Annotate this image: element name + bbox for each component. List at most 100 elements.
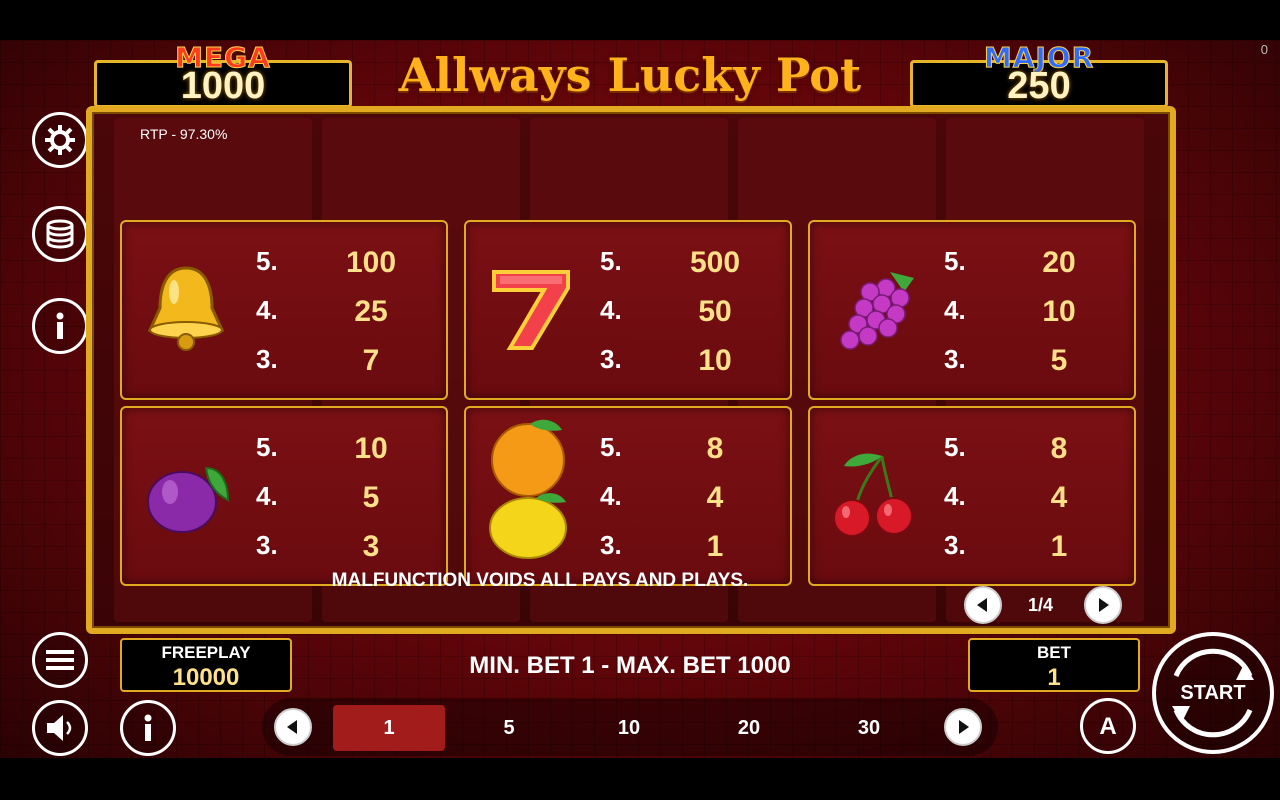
malfunction-notice: MALFUNCTION VOIDS ALL PAYS AND PLAYS. [331, 570, 749, 591]
sound-button[interactable] [32, 700, 88, 756]
pay-value: 4 [1050, 481, 1068, 514]
pay-count: 3. [944, 530, 966, 560]
pay-value: 20 [1042, 246, 1076, 279]
bet-option[interactable]: 10 [573, 705, 685, 751]
previous-page-button[interactable] [964, 586, 1002, 624]
grapes-icon [840, 272, 914, 350]
gear-icon [45, 125, 75, 155]
pay-count: 4. [600, 481, 622, 511]
pay-row: 3. 10 [600, 344, 780, 377]
freeplay-box: FREEPLAY 10000 [120, 638, 292, 692]
pay-value: 7 [362, 344, 380, 377]
pay-count: 4. [256, 295, 278, 325]
major-jackpot-value: 250 [1007, 65, 1071, 107]
start-button[interactable]: START [1152, 632, 1274, 754]
next-page-button[interactable] [1084, 586, 1122, 624]
pay-count: 3. [600, 344, 622, 374]
chevron-right-icon [1099, 598, 1109, 612]
settings-button[interactable] [32, 112, 88, 168]
rtp-label: RTP - 97.30% [140, 126, 228, 142]
pay-row: 5. 10 [256, 432, 436, 465]
plum-icon [147, 466, 230, 533]
game-title: Allways Lucky Pot [398, 48, 862, 102]
start-label: START [1180, 682, 1246, 704]
pay-count: 5. [600, 432, 622, 462]
paytable-info-button[interactable] [32, 298, 88, 354]
autoplay-button[interactable]: A [1080, 698, 1136, 754]
pay-count: 5. [944, 246, 966, 276]
chevron-left-icon [977, 598, 987, 612]
freeplay-value: 10000 [172, 664, 240, 691]
pay-value: 100 [345, 246, 397, 279]
bet-option[interactable]: 20 [693, 705, 805, 751]
bet-box: BET 1 [968, 638, 1140, 692]
pay-value: 5 [1050, 344, 1068, 377]
pay-row: 4. 5 [256, 481, 436, 514]
pay-row: 4. 50 [600, 295, 780, 328]
pay-value: 3 [362, 530, 380, 563]
pay-value: 8 [706, 432, 724, 465]
pay-row: 5. 8 [600, 432, 780, 465]
pay-value: 1 [1050, 530, 1068, 563]
pay-value: 50 [698, 295, 732, 328]
pay-value: 10 [354, 432, 388, 465]
pay-count: 3. [944, 344, 966, 374]
bet-option[interactable]: 1 [333, 705, 445, 751]
game-stage: MEGA 1000 Allways Lucky Pot MAJOR 250 RT… [0, 40, 1280, 758]
chevron-right-icon [959, 720, 969, 734]
pay-row: 4. 10 [944, 295, 1124, 328]
game-info-button[interactable] [120, 700, 176, 756]
pay-count: 3. [256, 344, 278, 374]
pay-row: 3. 1 [944, 530, 1124, 563]
speaker-icon [47, 715, 72, 741]
bet-option[interactable]: 30 [813, 705, 925, 751]
bet-increase-button[interactable] [944, 708, 982, 746]
bet-selector: 1 5 10 20 30 [262, 698, 998, 756]
bet-decrease-button[interactable] [274, 708, 312, 746]
orange-lemon-icon [489, 419, 567, 559]
corner-counter: 0 [1260, 42, 1268, 57]
pay-row: 5. 20 [944, 246, 1124, 279]
paytable-card-plum: 5. 10 4. 5 3. 3 [120, 406, 448, 586]
pay-row: 5. 8 [944, 432, 1124, 465]
mega-jackpot-value: 1000 [180, 65, 266, 107]
info-icon [144, 714, 152, 741]
pay-row: 4. 4 [600, 481, 780, 514]
pay-row: 5. 500 [600, 246, 780, 279]
paytable-card-grapes: 5. 20 4. 10 3. 5 [808, 220, 1136, 400]
pay-row: 5. 100 [256, 246, 436, 279]
mega-jackpot: MEGA 1000 [94, 41, 352, 108]
major-jackpot: MAJOR 250 [910, 41, 1168, 108]
paytable-card-bell: 5. 100 4. 25 3. 7 [120, 220, 448, 400]
pay-value: 25 [354, 295, 388, 328]
menu-button[interactable] [32, 632, 88, 688]
paytable-card-cherry: 5. 8 4. 4 3. 1 [808, 406, 1136, 586]
pay-count: 4. [600, 295, 622, 325]
pay-value: 8 [1050, 432, 1068, 465]
info-icon [56, 312, 64, 339]
cherry-icon [833, 453, 913, 537]
coins-stack-icon [46, 219, 74, 249]
page-indicator: 1/4 [1028, 595, 1054, 615]
chevron-left-icon [287, 720, 297, 734]
pay-count: 5. [600, 246, 622, 276]
pay-count: 5. [256, 246, 278, 276]
pay-count: 4. [944, 295, 966, 325]
pay-row: 3. 3 [256, 530, 436, 563]
bet-option[interactable]: 5 [453, 705, 565, 751]
bell-icon [147, 266, 225, 351]
hamburger-menu-icon [46, 650, 74, 670]
pay-value: 500 [689, 246, 741, 279]
pay-count: 5. [256, 432, 278, 462]
autoplay-label: A [1099, 713, 1117, 740]
bet-value: 1 [1047, 664, 1061, 691]
paytable-card-orange-lemon: 5. 8 4. 4 3. 1 [464, 406, 792, 586]
pay-value: 5 [362, 481, 380, 514]
coins-button[interactable] [32, 206, 88, 262]
pay-value: 10 [698, 344, 732, 377]
pay-row: 3. 7 [256, 344, 436, 377]
pay-value: 1 [706, 530, 724, 563]
pay-count: 3. [256, 530, 278, 560]
bet-label: BET [1037, 643, 1071, 662]
paytable-frame: RTP - 97.30% 5. 100 4. 25 3. 7 5. 500 4.… [86, 106, 1176, 634]
